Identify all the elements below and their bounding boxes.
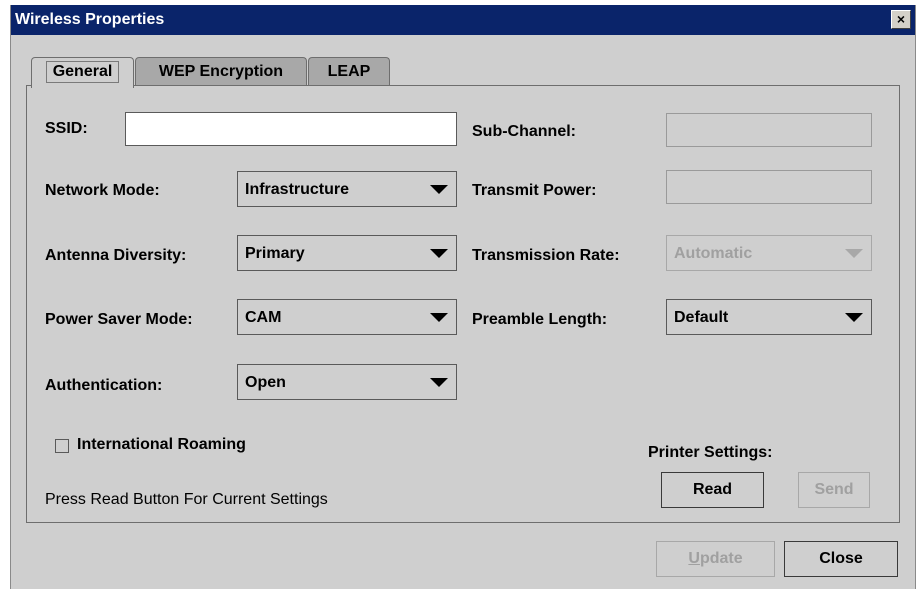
- general-tab-panel: SSID: Network Mode: Infrastructure Anten…: [26, 85, 900, 523]
- tab-leap-label: LEAP: [327, 63, 371, 80]
- transmit-power-input[interactable]: [666, 170, 872, 204]
- sub-channel-label: Sub-Channel:: [472, 123, 576, 140]
- chevron-down-icon: [845, 249, 863, 258]
- close-button[interactable]: Close: [784, 541, 898, 577]
- antenna-diversity-label: Antenna Diversity:: [45, 247, 187, 264]
- chevron-down-icon: [845, 313, 863, 322]
- status-hint: Press Read Button For Current Settings: [45, 491, 328, 508]
- wireless-properties-dialog: Wireless Properties × General WEP Encryp…: [10, 5, 916, 589]
- transmit-power-label: Transmit Power:: [472, 182, 597, 199]
- power-saver-mode-label: Power Saver Mode:: [45, 311, 193, 328]
- window-title: Wireless Properties: [15, 11, 165, 28]
- printer-settings-label: Printer Settings:: [648, 444, 773, 461]
- chevron-down-icon: [430, 249, 448, 258]
- close-window-icon[interactable]: ×: [891, 10, 911, 29]
- tab-wep-encryption[interactable]: WEP Encryption: [135, 57, 307, 85]
- tab-leap[interactable]: LEAP: [308, 57, 390, 85]
- tab-wep-encryption-label: WEP Encryption: [158, 63, 284, 80]
- antenna-diversity-value: Primary: [245, 245, 305, 262]
- tab-general-label: General: [45, 61, 120, 83]
- preamble-length-select[interactable]: Default: [666, 299, 872, 335]
- transmission-rate-value: Automatic: [674, 245, 753, 262]
- authentication-value: Open: [245, 374, 286, 391]
- transmission-rate-select[interactable]: Automatic: [666, 235, 872, 271]
- sub-channel-input[interactable]: [666, 113, 872, 147]
- transmission-rate-label: Transmission Rate:: [472, 247, 620, 264]
- network-mode-label: Network Mode:: [45, 182, 160, 199]
- network-mode-select[interactable]: Infrastructure: [237, 171, 457, 207]
- power-saver-mode-value: CAM: [245, 309, 282, 326]
- preamble-length-label: Preamble Length:: [472, 311, 608, 328]
- power-saver-mode-select[interactable]: CAM: [237, 299, 457, 335]
- authentication-label: Authentication:: [45, 377, 163, 394]
- international-roaming-checkbox[interactable]: [55, 439, 69, 453]
- ssid-input[interactable]: [125, 112, 457, 146]
- title-bar[interactable]: Wireless Properties ×: [11, 5, 915, 35]
- send-button[interactable]: Send: [798, 472, 870, 508]
- read-button[interactable]: Read: [661, 472, 764, 508]
- tab-general[interactable]: General: [31, 57, 134, 88]
- network-mode-value: Infrastructure: [245, 181, 350, 198]
- ssid-label: SSID:: [45, 120, 88, 137]
- authentication-select[interactable]: Open: [237, 364, 457, 400]
- international-roaming-label[interactable]: International Roaming: [77, 436, 246, 454]
- antenna-diversity-select[interactable]: Primary: [237, 235, 457, 271]
- chevron-down-icon: [430, 378, 448, 387]
- update-button[interactable]: Update: [656, 541, 775, 577]
- preamble-length-value: Default: [674, 309, 729, 326]
- chevron-down-icon: [430, 185, 448, 194]
- chevron-down-icon: [430, 313, 448, 322]
